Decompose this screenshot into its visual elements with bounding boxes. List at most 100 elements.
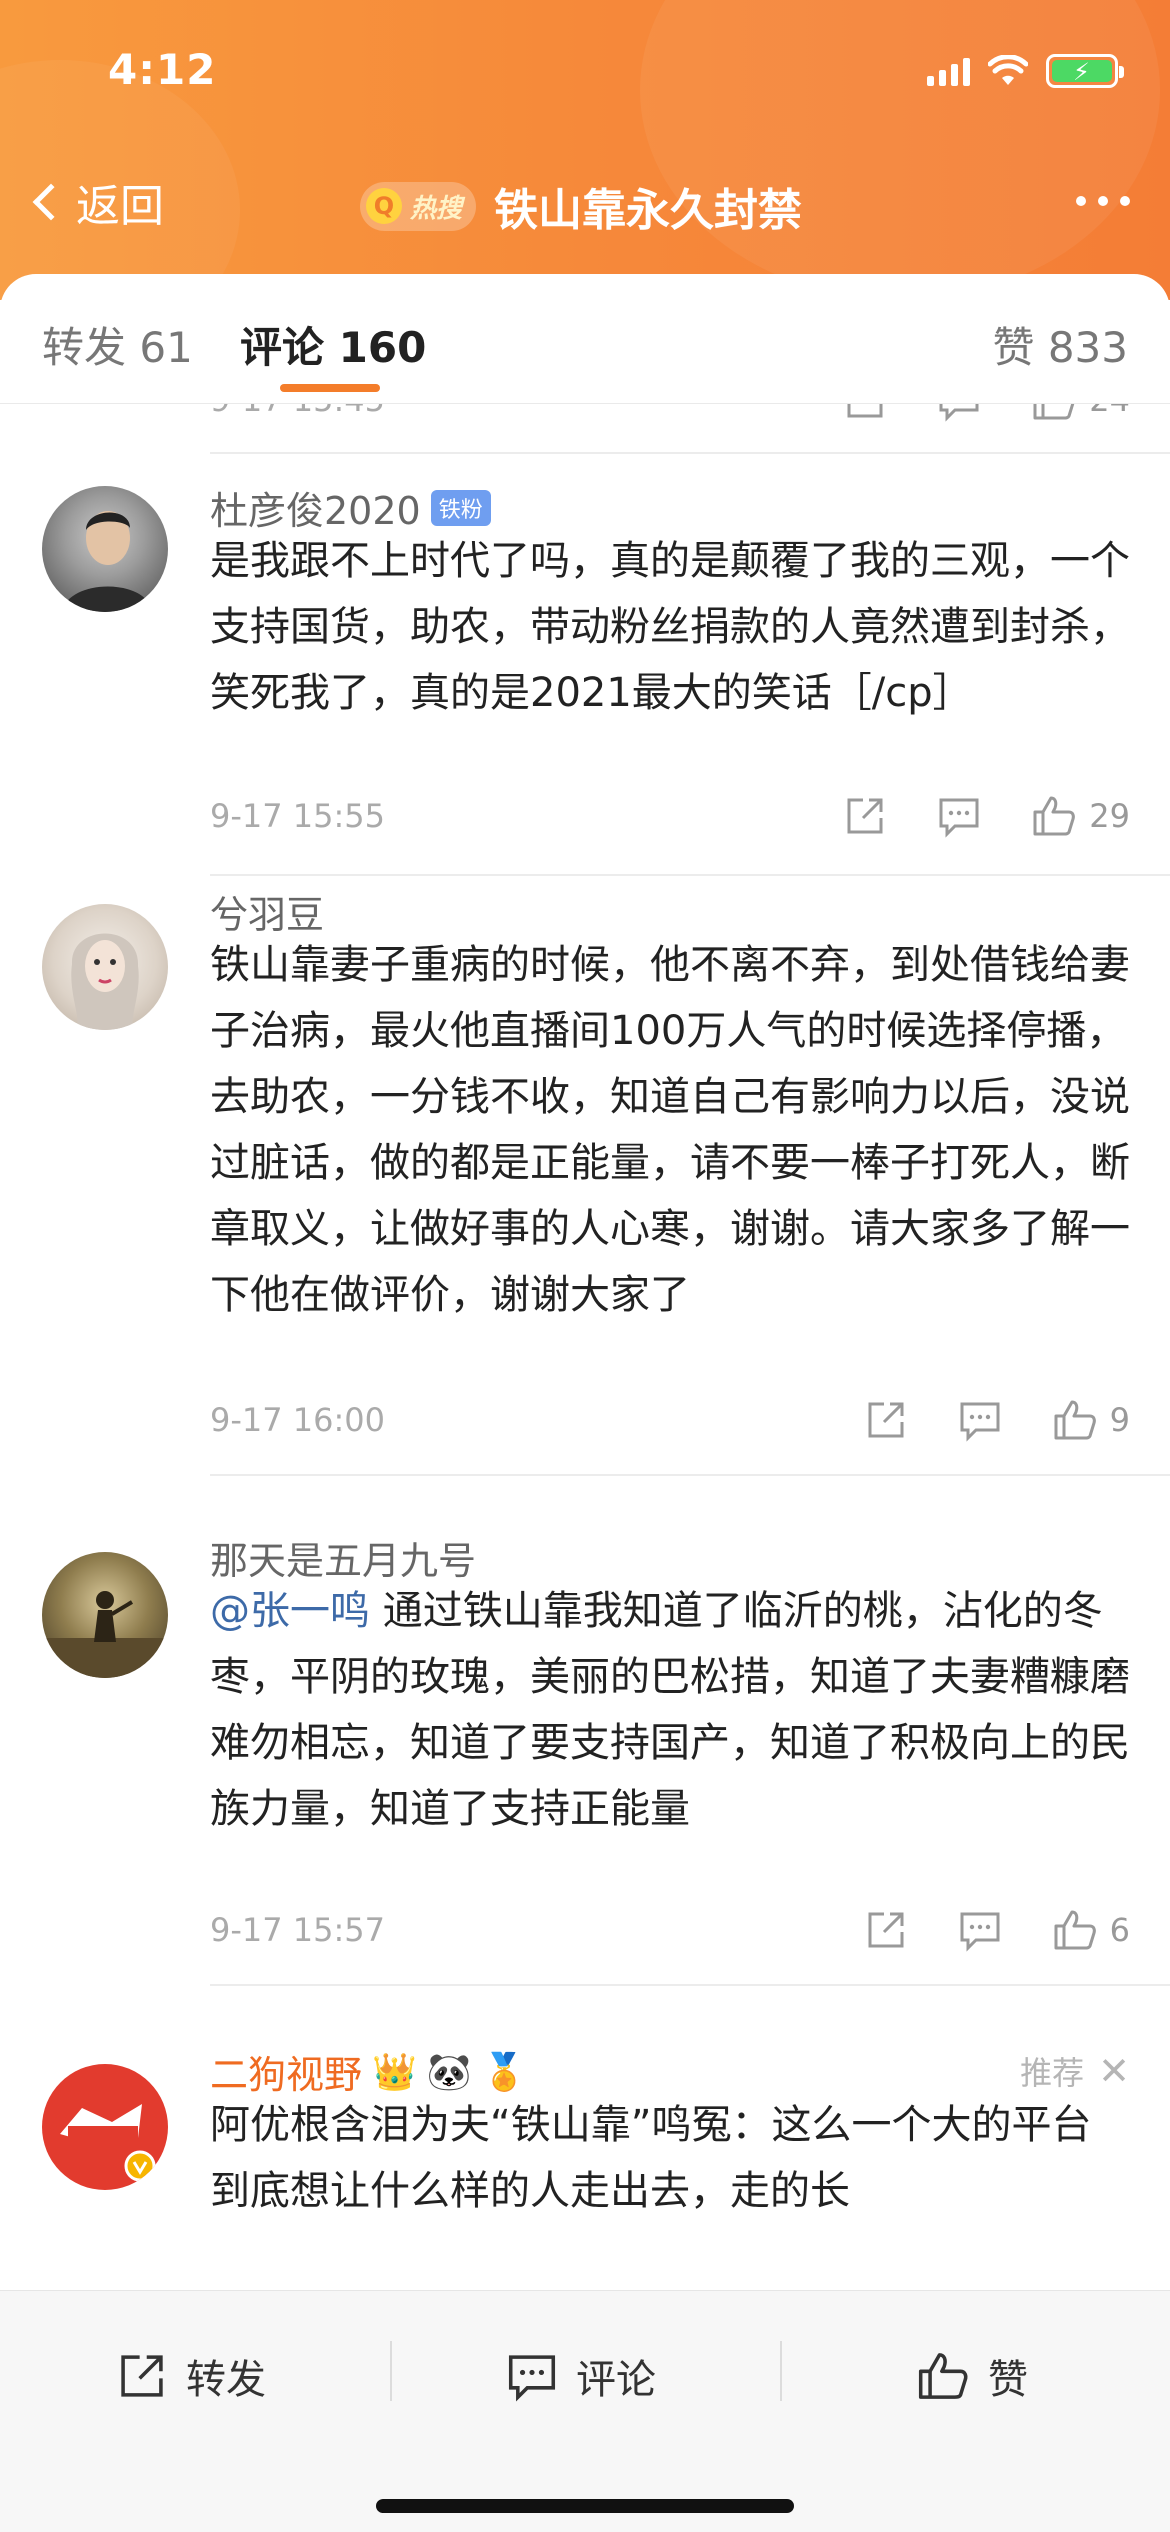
avatar[interactable]: [42, 486, 168, 612]
like-button[interactable]: 9: [1052, 1398, 1130, 1442]
share-icon: [121, 2355, 163, 2397]
share-icon[interactable]: [864, 1908, 908, 1952]
comment-list[interactable]: 9-17 15:45 24: [0, 404, 1170, 2294]
comment-author[interactable]: 杜彦俊2020 铁粉: [210, 480, 491, 535]
page-title: 铁山靠永久封禁: [494, 185, 803, 236]
cellular-signal-icon: [927, 56, 970, 86]
header-decoration: [640, 0, 1160, 300]
comment-label: 评论: [576, 2357, 656, 2403]
recommend-label: 推荐: [1020, 2054, 1085, 2092]
comment-meta: 9-17 15:57 6: [210, 1908, 1130, 1952]
thumbs-up-icon: [1054, 1400, 1096, 1440]
thumbs-up-icon: [1033, 404, 1075, 420]
tab-likes[interactable]: 赞 833: [992, 314, 1128, 375]
tab-reposts[interactable]: 转发 61: [42, 314, 193, 375]
like-count: 9: [1109, 1401, 1130, 1439]
like-button[interactable]: 29: [1031, 794, 1130, 838]
hot-search-badge[interactable]: Q 热搜: [360, 181, 477, 231]
divider: [210, 1984, 1170, 1986]
like-label: 赞: [988, 2357, 1028, 2403]
comment-icon[interactable]: [937, 404, 981, 422]
bottom-action-bar: 转发 评论 赞: [0, 2290, 1170, 2532]
back-label: 返回: [76, 181, 164, 232]
thumbs-up-icon: [1033, 796, 1076, 836]
medal-badge-icon: 🏅: [481, 2051, 527, 2093]
author-name: 二狗视野: [210, 2053, 363, 2097]
avatar[interactable]: [42, 2064, 168, 2190]
divider: [210, 1474, 1170, 1476]
avatar[interactable]: [42, 1552, 168, 1678]
wifi-icon: [988, 55, 1028, 85]
hot-search-label: 热搜: [410, 193, 463, 224]
avatar[interactable]: [42, 904, 168, 1030]
avatar-image: [71, 933, 139, 1030]
comment-actions: 6: [864, 1908, 1130, 1952]
comment-icon[interactable]: [958, 1398, 1002, 1442]
share-icon[interactable]: [864, 1398, 908, 1442]
divider: [210, 452, 1170, 454]
like-count: 6: [1109, 1911, 1130, 1949]
comment-date: 9-17 15:57: [210, 1911, 386, 1949]
like-button[interactable]: 6: [1052, 1908, 1130, 1952]
comment-meta: 9-17 15:55 29: [210, 794, 1130, 838]
comment-meta: 9-17 15:45 24: [210, 404, 1130, 422]
tab-comments[interactable]: 评论 160: [240, 314, 426, 375]
crown-badge-icon: 👑: [372, 2051, 417, 2093]
header: 4:12 ⚡ 返回 Q 热搜 铁山靠永久封禁: [0, 0, 1170, 300]
share-icon[interactable]: [843, 794, 887, 838]
like-button[interactable]: 24: [1031, 404, 1130, 422]
fan-badge: 铁粉: [430, 489, 491, 526]
back-button[interactable]: 返回: [28, 170, 164, 234]
avatar-image: [62, 511, 152, 612]
comment-actions: 9: [864, 1398, 1130, 1442]
like-count: 29: [1089, 797, 1130, 835]
mention-link[interactable]: @张一鸣: [210, 1588, 370, 1634]
thumbs-up-icon: [1054, 1910, 1096, 1950]
tab-bar: 转发 61 评论 160 赞 833: [0, 274, 1170, 404]
battery-icon: ⚡: [1046, 54, 1124, 88]
like-count: 24: [1089, 404, 1130, 419]
comment-actions: 29: [843, 794, 1130, 838]
thumbs-up-icon: [918, 2353, 968, 2399]
author-name: 杜彦俊2020: [210, 489, 421, 533]
share-icon[interactable]: [843, 404, 887, 422]
comment-icon: [508, 2355, 556, 2402]
comment-text: 阿优根含泪为夫“铁山靠”鸣冤：这么一个大的平台到底想让什么样的人走出去，走的长: [210, 2102, 1092, 2214]
panda-badge-icon: 🐼: [426, 2051, 472, 2093]
divider: [390, 2341, 392, 2401]
avatar-image: [60, 2104, 156, 2182]
divider: [780, 2341, 782, 2401]
comment-text: 铁山靠妻子重病的时候，他不离不弃，到处借钱给妻子治病，最火他直播间100万人气的…: [210, 942, 1130, 1318]
comment-text: @张一鸣 通过铁山靠我知道了临沂的桃，沾化的冬枣，平阴的玫瑰，美丽的巴松措，知道…: [210, 1578, 1130, 1842]
content-sheet: 转发 61 评论 160 赞 833 9-17 15:45 24: [0, 274, 1170, 2532]
comment-author[interactable]: 二狗视野 👑 🐼 🏅: [210, 2044, 527, 2099]
repost-button[interactable]: 转发: [116, 2347, 266, 2405]
active-tab-indicator: [280, 384, 380, 392]
close-icon[interactable]: ✕: [1098, 2049, 1130, 2093]
chevron-left-icon: [32, 183, 70, 221]
comment-meta: 9-17 16:00 9: [210, 1398, 1130, 1442]
comment-button[interactable]: 评论: [506, 2347, 656, 2405]
repost-label: 转发: [186, 2357, 266, 2403]
search-icon: Q: [366, 188, 402, 224]
more-options-icon[interactable]: [1076, 196, 1130, 206]
comment-actions: 24: [843, 404, 1130, 422]
comment-author[interactable]: 那天是五月九号: [210, 1530, 476, 1585]
comment-date: 9-17 15:45: [210, 404, 843, 419]
like-button[interactable]: 赞: [916, 2347, 1028, 2405]
home-indicator[interactable]: [376, 2499, 794, 2513]
comment-text: 是我跟不上时代了吗，真的是颠覆了我的三观，一个支持国货，助农，带动粉丝捐款的人竟…: [210, 538, 1130, 716]
comment-date: 9-17 15:55: [210, 797, 386, 835]
author-name: 兮羽豆: [210, 893, 325, 937]
author-name: 那天是五月九号: [210, 1539, 477, 1583]
status-icons: ⚡: [927, 54, 1124, 88]
comment-date: 9-17 16:00: [210, 1401, 386, 1439]
comment-icon[interactable]: [937, 794, 981, 838]
comment-icon[interactable]: [958, 1908, 1002, 1952]
avatar-image: [42, 1591, 168, 1678]
status-time: 4:12: [108, 45, 217, 94]
divider: [210, 874, 1170, 876]
comment-author[interactable]: 兮羽豆: [210, 884, 324, 939]
recommend-tag: 推荐 ✕: [1020, 2048, 1130, 2094]
page-title-group: Q 热搜 铁山靠永久封禁: [360, 174, 802, 238]
